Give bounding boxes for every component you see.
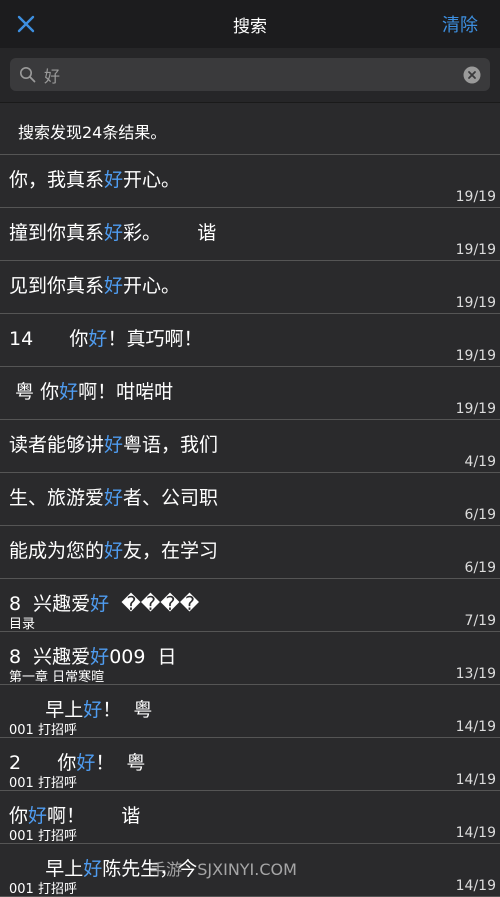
- result-text-before: 早上: [9, 699, 84, 721]
- result-highlight: 好: [83, 699, 103, 721]
- result-text-after: 粤语，我们: [123, 434, 219, 456]
- result-text: 你好啊！ 谐: [9, 801, 140, 828]
- result-row[interactable]: 撞到你真系好彩。 谐 19/19: [0, 208, 500, 261]
- result-page-number: 19/19: [455, 348, 496, 364]
- result-text-after: ！ 粤: [102, 699, 153, 721]
- result-page-number: 19/19: [455, 242, 496, 258]
- result-page-number: 7/19: [464, 613, 496, 629]
- result-highlight: 好: [83, 858, 103, 880]
- result-text-before: 你: [9, 805, 29, 827]
- navigation-bar: 搜索 清除: [0, 0, 500, 48]
- result-text-after: 者、公司职: [123, 487, 219, 509]
- result-row[interactable]: 你好啊！ 谐 001 打招呼 14/19: [0, 791, 500, 844]
- result-text: 生、旅游爱好者、公司职: [9, 483, 218, 510]
- result-chapter: 目录: [9, 617, 36, 632]
- result-row[interactable]: 14 你好！真巧啊！ 19/19: [0, 314, 500, 367]
- result-text-after: 彩。 谐: [123, 222, 217, 244]
- result-text-before: 14 你: [9, 328, 89, 350]
- result-list: 你，我真系好开心。 19/19 撞到你真系好彩。 谐 19/19 见到你真系好开心。 19…: [0, 155, 500, 897]
- search-input[interactable]: [44, 58, 444, 91]
- result-row[interactable]: 8 兴趣爱好 ���� 目录 7/19: [0, 579, 500, 632]
- result-highlight: 好: [90, 593, 110, 615]
- result-text: 撞到你真系好彩。 谐: [9, 218, 216, 245]
- result-highlight: 好: [90, 646, 110, 668]
- result-text: 2 你好！ 粤: [9, 748, 145, 775]
- result-summary: 搜索发现24条结果。: [0, 103, 500, 155]
- result-highlight: 好: [88, 328, 108, 350]
- result-text-before: 粤 你: [9, 381, 60, 403]
- result-text-before: 撞到你真系: [9, 222, 105, 244]
- result-text: 早上好！ 粤: [9, 695, 152, 722]
- result-text-after: 啊！ 谐: [47, 805, 141, 827]
- result-row[interactable]: 生、旅游爱好者、公司职 6/19: [0, 473, 500, 526]
- result-text-before: 8 兴趣爱: [9, 646, 91, 668]
- result-highlight: 好: [28, 805, 48, 827]
- watermark: 手游 SJXINYI.COM: [150, 860, 297, 879]
- result-text-after: ！真巧啊！: [107, 328, 203, 350]
- result-text: 你，我真系好开心。: [9, 165, 180, 192]
- result-text-before: 你，我真系: [9, 169, 105, 191]
- result-row[interactable]: 早上好！ 粤 001 打招呼 14/19: [0, 685, 500, 738]
- result-highlight: 好: [104, 487, 124, 509]
- result-text: 8 兴趣爱好 ����: [9, 589, 199, 616]
- result-highlight: 好: [104, 434, 124, 456]
- result-text-before: 8 兴趣爱: [9, 593, 91, 615]
- result-page-number: 4/19: [464, 454, 496, 470]
- result-text-after: ����: [109, 593, 200, 615]
- result-page-number: 14/19: [455, 878, 496, 894]
- result-text-after: 009 日: [109, 646, 177, 668]
- result-chapter: 第一章 日常寒暄: [9, 670, 105, 685]
- result-text-after: 开心。: [123, 169, 181, 191]
- clear-search-icon[interactable]: [463, 66, 481, 84]
- result-page-number: 14/19: [455, 719, 496, 735]
- result-highlight: 好: [59, 381, 79, 403]
- result-highlight: 好: [104, 275, 124, 297]
- result-text: 8 兴趣爱好009 日: [9, 642, 177, 669]
- result-row[interactable]: 2 你好！ 粤 001 打招呼 14/19: [0, 738, 500, 791]
- result-row[interactable]: 能成为您的好友，在学习 6/19: [0, 526, 500, 579]
- result-chapter: 001 打招呼: [9, 829, 77, 844]
- result-text-before: 能成为您的: [9, 540, 105, 562]
- search-field[interactable]: [10, 58, 490, 91]
- result-page-number: 14/19: [455, 825, 496, 841]
- result-row[interactable]: 8 兴趣爱好009 日第一章 日常寒暄 13/19: [0, 632, 500, 685]
- page-title: 搜索: [233, 17, 267, 37]
- result-text: 能成为您的好友，在学习: [9, 536, 218, 563]
- result-text: 粤 你好啊！咁啱咁: [9, 377, 173, 404]
- result-chapter: 001 打招呼: [9, 776, 77, 791]
- result-page-number: 6/19: [464, 507, 496, 523]
- result-row[interactable]: 粤 你好啊！咁啱咁 19/19: [0, 367, 500, 420]
- result-chapter: 001 打招呼: [9, 882, 77, 897]
- result-highlight: 好: [104, 540, 124, 562]
- result-page-number: 19/19: [455, 295, 496, 311]
- result-highlight: 好: [104, 169, 124, 191]
- result-text-after: 啊！咁啱咁: [78, 381, 174, 403]
- result-text-before: 生、旅游爱: [9, 487, 105, 509]
- result-text: 见到你真系好开心。: [9, 271, 180, 298]
- result-page-number: 13/19: [455, 666, 496, 682]
- result-text-after: ！ 粤: [95, 752, 146, 774]
- result-text: 14 你好！真巧啊！: [9, 324, 202, 351]
- result-page-number: 19/19: [455, 401, 496, 417]
- search-bar: [0, 48, 500, 103]
- result-highlight: 好: [104, 222, 124, 244]
- result-text-before: 见到你真系: [9, 275, 105, 297]
- result-text-after: 友，在学习: [123, 540, 219, 562]
- result-text: 读者能够讲好粤语，我们: [9, 430, 218, 457]
- result-chapter: 001 打招呼: [9, 723, 77, 738]
- result-page-number: 19/19: [455, 189, 496, 205]
- result-row[interactable]: 见到你真系好开心。 19/19: [0, 261, 500, 314]
- result-page-number: 14/19: [455, 772, 496, 788]
- result-text-before: 2 你: [9, 752, 77, 774]
- result-text-before: 读者能够讲: [9, 434, 105, 456]
- result-count-text: 搜索发现24条结果。: [18, 123, 167, 142]
- result-highlight: 好: [76, 752, 96, 774]
- result-row[interactable]: 读者能够讲好粤语，我们 4/19: [0, 420, 500, 473]
- search-icon: [20, 67, 36, 83]
- result-text-before: 早上: [9, 858, 84, 880]
- clear-button[interactable]: 清除: [442, 11, 478, 37]
- result-row[interactable]: 你，我真系好开心。 19/19: [0, 155, 500, 208]
- result-page-number: 6/19: [464, 560, 496, 576]
- result-text-after: 开心。: [123, 275, 181, 297]
